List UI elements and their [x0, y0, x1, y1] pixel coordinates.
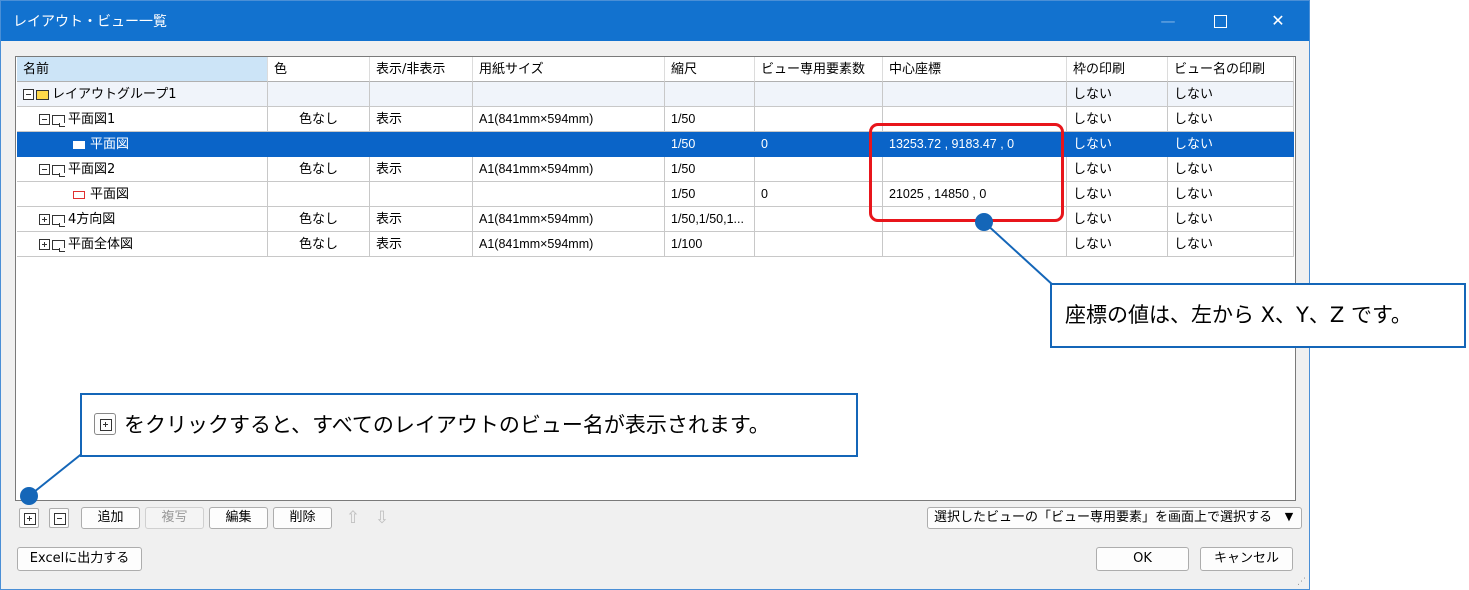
coords-callout-dot: [975, 213, 993, 231]
coords-note-callout: 座標の値は、左から X、Y、Z です。: [1050, 283, 1466, 348]
coords-callout-line: [983, 221, 1055, 287]
expand-callout-line: [28, 451, 85, 497]
expand-note-callout: をクリックすると、すべてのレイアウトのビュー名が表示されます。: [80, 393, 858, 457]
expand-all-icon: [94, 413, 116, 435]
expand-note-text: をクリックすると、すべてのレイアウトのビュー名が表示されます。: [124, 413, 770, 437]
coords-note-text: 座標の値は、左から X、Y、Z です。: [1065, 303, 1412, 327]
expand-callout-dot: [20, 487, 38, 505]
plus-icon: [100, 419, 112, 431]
